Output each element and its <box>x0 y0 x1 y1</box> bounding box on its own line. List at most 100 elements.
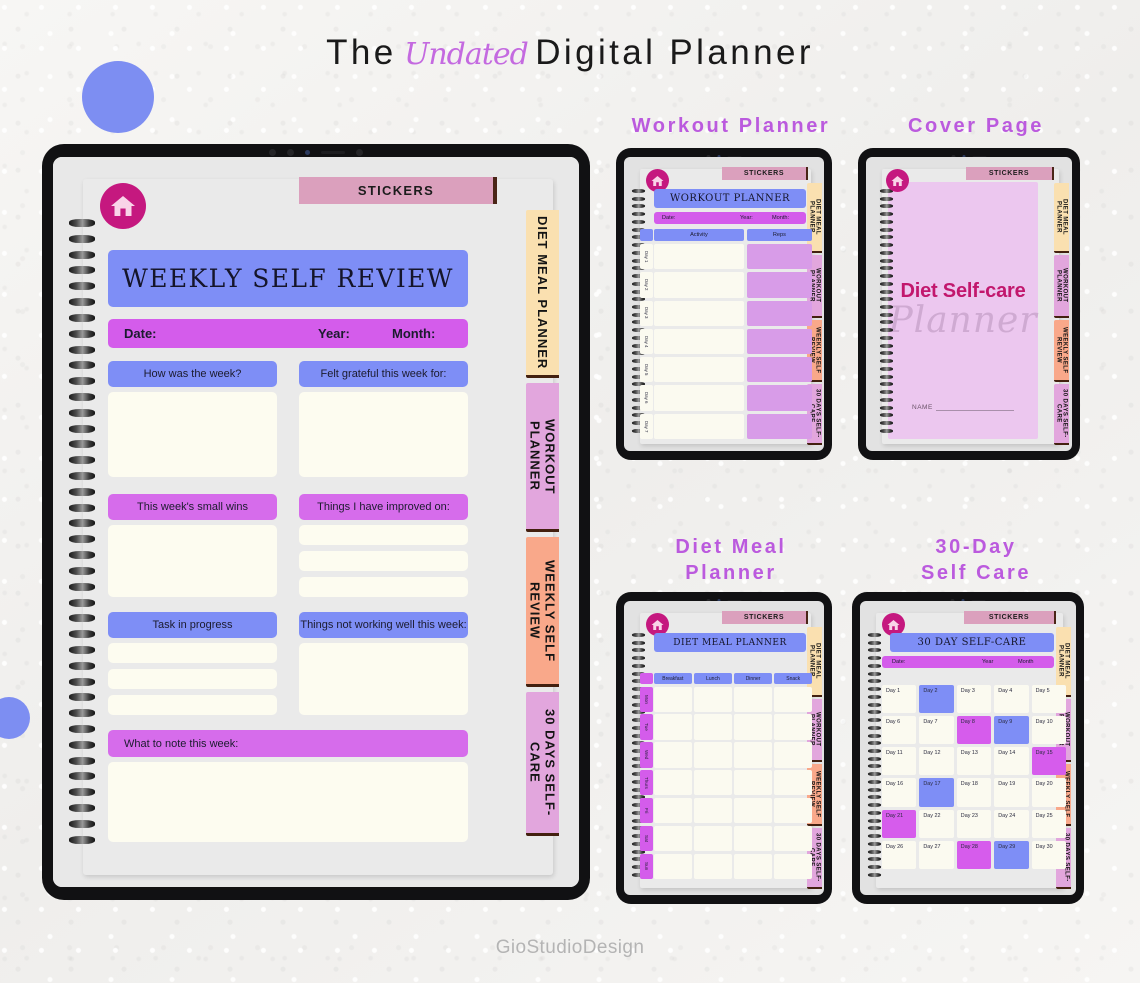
day-cell[interactable]: Day 22 <box>919 809 954 838</box>
day-cell[interactable]: Day 2 <box>919 685 954 714</box>
diet-meal-cell[interactable] <box>694 853 732 879</box>
workout-reps-cell[interactable] <box>746 300 812 326</box>
day-cell[interactable]: Day 27 <box>919 840 954 869</box>
field-input-felt-grateful[interactable] <box>299 392 468 477</box>
day-cell[interactable]: Day 6 <box>882 716 917 745</box>
day-cell[interactable]: Day 11 <box>882 747 917 776</box>
diet-meal-cell[interactable] <box>694 770 732 796</box>
day-cell[interactable]: Day 29 <box>994 840 1029 869</box>
diet-meal-cell[interactable] <box>734 742 772 768</box>
side-tab-30-days-self-care[interactable]: 30 DAYS SELF-CARE <box>526 691 559 836</box>
day-cell[interactable]: Day 20 <box>1031 778 1066 807</box>
diet-meal-cell[interactable] <box>774 714 812 740</box>
day-cell[interactable]: Day 24 <box>994 809 1029 838</box>
field-input-improved-line[interactable] <box>299 525 468 545</box>
day-cell[interactable]: Day 26 <box>882 840 917 869</box>
field-input-how-was-week[interactable] <box>108 392 277 477</box>
day-cell-label: Day 1 <box>886 688 901 694</box>
diet-meal-cell[interactable] <box>694 714 732 740</box>
workout-reps-cell[interactable] <box>746 328 812 355</box>
diet-meal-cell[interactable] <box>734 770 772 796</box>
stickers-tab[interactable]: STICKERS <box>966 167 1052 180</box>
field-input-improved-line[interactable] <box>299 577 468 597</box>
diet-meal-cell[interactable] <box>694 686 732 712</box>
diet-meal-cell[interactable] <box>774 686 812 712</box>
workout-reps-cell[interactable] <box>746 385 812 411</box>
day-cell[interactable]: Day 8 <box>956 716 992 745</box>
side-tab-workout-planner[interactable]: WORKOUT PLANNER <box>1054 255 1069 318</box>
field-input-improved-line[interactable] <box>299 551 468 571</box>
diet-meal-cell[interactable] <box>654 686 692 712</box>
diet-meal-cell[interactable] <box>774 825 812 852</box>
side-tab-diet-meal-planner[interactable]: DIET MEAL PLANNER <box>1054 183 1069 254</box>
workout-reps-cell[interactable] <box>746 357 812 383</box>
diet-meal-cell[interactable] <box>654 714 692 740</box>
cover-name-input[interactable] <box>935 404 1014 411</box>
workout-activity-cell[interactable] <box>654 300 744 326</box>
day-cell[interactable]: Day 15 <box>1031 747 1066 776</box>
day-cell[interactable]: Day 13 <box>956 747 992 776</box>
workout-activity-cell[interactable] <box>654 357 744 383</box>
stickers-tab[interactable]: STICKERS <box>722 167 806 180</box>
stickers-tab[interactable]: STICKERS <box>722 611 806 624</box>
day-cell[interactable]: Day 10 <box>1031 716 1066 745</box>
day-cell[interactable]: Day 21 <box>882 809 917 838</box>
day-cell[interactable]: Day 4 <box>994 685 1029 714</box>
home-icon[interactable] <box>100 183 146 229</box>
side-tab-weekly-self-review[interactable]: WEEKLY SELF REVIEW <box>526 537 559 687</box>
day-cell[interactable]: Day 16 <box>882 778 917 807</box>
side-tab-30-days-self-care[interactable]: 30 DAYS SELF-CARE <box>1054 384 1069 446</box>
workout-reps-cell[interactable] <box>746 244 812 270</box>
side-tab-diet-meal-planner[interactable]: DIET MEAL PLANNER <box>526 210 559 379</box>
workout-activity-cell[interactable] <box>654 328 744 355</box>
day-cell[interactable]: Day 5 <box>1031 685 1066 714</box>
diet-meal-cell[interactable] <box>774 770 812 796</box>
diet-meal-cell[interactable] <box>734 714 772 740</box>
day-cell[interactable]: Day 19 <box>994 778 1029 807</box>
day-cell[interactable]: Day 7 <box>919 716 954 745</box>
side-tab-workout-planner[interactable]: WORKOUT PLANNER <box>526 383 559 533</box>
diet-meal-cell[interactable] <box>694 825 732 852</box>
day-cell[interactable]: Day 30 <box>1031 840 1066 869</box>
diet-meal-cell[interactable] <box>694 742 732 768</box>
workout-activity-cell[interactable] <box>654 413 744 439</box>
diet-meal-cell[interactable] <box>774 797 812 824</box>
home-icon[interactable] <box>886 169 909 192</box>
workout-activity-cell[interactable] <box>654 385 744 411</box>
day-cell[interactable]: Day 1 <box>882 685 917 714</box>
day-cell[interactable]: Day 23 <box>956 809 992 838</box>
diet-meal-cell[interactable] <box>774 742 812 768</box>
workout-activity-cell[interactable] <box>654 244 744 270</box>
day-cell[interactable]: Day 3 <box>956 685 992 714</box>
workout-reps-cell[interactable] <box>746 413 812 439</box>
diet-meal-cell[interactable] <box>734 797 772 824</box>
diet-meal-cell[interactable] <box>654 797 692 824</box>
workout-reps-cell[interactable] <box>746 272 812 298</box>
diet-meal-cell[interactable] <box>654 853 692 879</box>
side-tab-weekly-self-review[interactable]: WEEKLY SELF REVIEW <box>1054 319 1069 383</box>
field-input-note-this-week[interactable] <box>108 762 468 842</box>
field-input-task-line[interactable] <box>108 643 277 663</box>
field-input-small-wins[interactable] <box>108 525 277 597</box>
diet-meal-cell[interactable] <box>774 853 812 879</box>
workout-activity-cell[interactable] <box>654 272 744 298</box>
diet-meal-cell[interactable] <box>734 686 772 712</box>
day-cell[interactable]: Day 14 <box>994 747 1029 776</box>
day-cell[interactable]: Day 17 <box>919 778 954 807</box>
stickers-tab[interactable]: STICKERS <box>299 177 493 204</box>
field-input-not-working-well[interactable] <box>299 643 468 715</box>
field-input-task-line[interactable] <box>108 695 277 715</box>
diet-meal-cell[interactable] <box>694 797 732 824</box>
day-cell[interactable]: Day 18 <box>956 778 992 807</box>
diet-meal-cell[interactable] <box>654 825 692 852</box>
stickers-tab[interactable]: STICKERS <box>964 611 1054 624</box>
day-cell[interactable]: Day 25 <box>1031 809 1066 838</box>
day-cell[interactable]: Day 28 <box>956 840 992 869</box>
day-cell[interactable]: Day 12 <box>919 747 954 776</box>
field-input-task-line[interactable] <box>108 669 277 689</box>
diet-meal-cell[interactable] <box>654 770 692 796</box>
diet-meal-cell[interactable] <box>734 825 772 852</box>
diet-meal-cell[interactable] <box>654 742 692 768</box>
diet-meal-cell[interactable] <box>734 853 772 879</box>
day-cell[interactable]: Day 9 <box>994 716 1029 745</box>
